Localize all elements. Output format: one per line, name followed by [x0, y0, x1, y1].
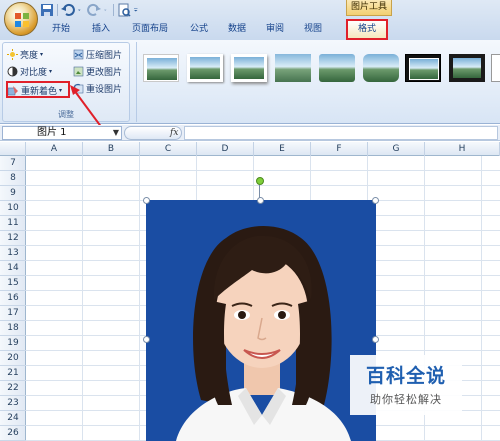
- row-header[interactable]: 12: [0, 231, 26, 246]
- picture-styles-gallery: [136, 42, 500, 122]
- tab-review[interactable]: 审阅: [256, 18, 294, 40]
- contrast-label: 对比度: [20, 67, 48, 78]
- picture-style-5[interactable]: [319, 54, 355, 82]
- row-header[interactable]: 9: [0, 186, 26, 201]
- tab-insert[interactable]: 插入: [82, 18, 120, 40]
- column-header[interactable]: G: [368, 142, 425, 156]
- tab-page-layout[interactable]: 页面布局: [120, 18, 180, 40]
- row-header[interactable]: 14: [0, 261, 26, 276]
- brightness-label: 亮度: [20, 50, 39, 61]
- row-header[interactable]: 26: [0, 426, 26, 441]
- row-header[interactable]: 23: [0, 396, 26, 411]
- tab-view[interactable]: 视图: [294, 18, 332, 40]
- column-header[interactable]: D: [197, 142, 254, 156]
- change-picture-icon: [73, 66, 84, 76]
- row-header[interactable]: 17: [0, 306, 26, 321]
- recolor-label: 重新着色: [21, 86, 58, 97]
- row-header[interactable]: 13: [0, 246, 26, 261]
- column-header[interactable]: E: [254, 142, 311, 156]
- tab-formulas[interactable]: 公式: [180, 18, 218, 40]
- brightness-icon: [7, 48, 18, 60]
- picture-style-3[interactable]: [231, 54, 267, 82]
- watermark: 百科全说 助你轻松解决: [350, 355, 462, 415]
- resize-handle-left[interactable]: [143, 336, 150, 343]
- change-picture-label: 更改图片: [86, 67, 123, 78]
- chevron-down-icon: ▾: [40, 50, 44, 58]
- picture-style-7[interactable]: [405, 54, 441, 82]
- tab-data[interactable]: 数据: [218, 18, 256, 40]
- compress-pictures-button[interactable]: 压缩图片: [73, 47, 122, 61]
- picture-style-6[interactable]: [363, 54, 399, 82]
- name-box[interactable]: 图片 1 ▼: [2, 126, 122, 140]
- rotate-handle[interactable]: [256, 177, 264, 185]
- name-box-value: 图片 1: [37, 127, 67, 138]
- resize-handle-top[interactable]: [257, 197, 264, 204]
- chevron-down-icon[interactable]: ▼: [113, 127, 119, 139]
- row-headers: 7 8 9 10 11 12 13 14 15 16 17 18 19 20 2…: [0, 156, 26, 441]
- quick-access-toolbar: [40, 2, 141, 18]
- tab-home[interactable]: 开始: [40, 18, 82, 40]
- qat-separator: [113, 4, 114, 16]
- watermark-subtitle: 助你轻松解决: [370, 393, 442, 406]
- picture-style-2[interactable]: [187, 54, 223, 82]
- formula-input[interactable]: [184, 126, 498, 140]
- column-headers: A B C D E F G H: [0, 142, 500, 156]
- picture-style-9-partial[interactable]: [491, 54, 500, 82]
- undo-icon[interactable]: [61, 3, 75, 17]
- picture-style-1[interactable]: [143, 54, 179, 82]
- picture-style-4[interactable]: [275, 54, 311, 82]
- brightness-button[interactable]: 亮度 ▾: [7, 47, 43, 61]
- redo-icon[interactable]: [87, 3, 101, 17]
- portrait-photo[interactable]: [146, 200, 376, 441]
- redo-dropdown-icon[interactable]: [104, 3, 110, 17]
- row-header[interactable]: 19: [0, 336, 26, 351]
- tab-format[interactable]: 格式: [346, 19, 388, 40]
- row-header[interactable]: 10: [0, 201, 26, 216]
- compress-pictures-icon: [73, 49, 84, 59]
- row-header[interactable]: 15: [0, 276, 26, 291]
- column-header[interactable]: C: [140, 142, 197, 156]
- chevron-down-icon: ▾: [49, 67, 53, 75]
- chevron-down-icon: ▾: [59, 86, 63, 94]
- title-bar: 图片工具 开始 插入 页面布局 公式 数据 审阅 视图 格式: [0, 0, 500, 40]
- save-icon[interactable]: [40, 3, 54, 17]
- select-all-corner[interactable]: [0, 142, 26, 156]
- formula-bar: 图片 1 ▼ fx: [0, 125, 500, 141]
- column-header[interactable]: H: [425, 142, 500, 156]
- row-header[interactable]: 11: [0, 216, 26, 231]
- row-header[interactable]: 21: [0, 366, 26, 381]
- portrait-illustration: [176, 226, 351, 441]
- row-header[interactable]: 18: [0, 321, 26, 336]
- column-header[interactable]: F: [311, 142, 368, 156]
- column-header[interactable]: A: [26, 142, 83, 156]
- recolor-icon: [8, 85, 18, 95]
- column-header[interactable]: B: [83, 142, 140, 156]
- undo-dropdown-icon[interactable]: [78, 3, 84, 17]
- print-preview-icon[interactable]: [117, 3, 131, 17]
- qat-separator: [57, 4, 58, 16]
- row-header[interactable]: 7: [0, 156, 26, 171]
- office-logo-icon: [15, 13, 29, 27]
- compress-pictures-label: 压缩图片: [86, 50, 123, 61]
- recolor-button[interactable]: 重新着色 ▾: [8, 83, 62, 97]
- picture-tools-label: 图片工具: [346, 0, 392, 16]
- resize-handle-top-right[interactable]: [372, 197, 379, 204]
- resize-handle-right[interactable]: [372, 336, 379, 343]
- contrast-button[interactable]: 对比度 ▾: [7, 64, 52, 78]
- resize-handle-top-left[interactable]: [143, 197, 150, 204]
- row-header[interactable]: 8: [0, 171, 26, 186]
- insert-function-icon[interactable]: fx: [170, 125, 178, 141]
- change-picture-button[interactable]: 更改图片: [73, 64, 122, 78]
- customize-qat-icon[interactable]: [134, 3, 141, 17]
- row-header[interactable]: 16: [0, 291, 26, 306]
- watermark-title: 百科全说: [365, 365, 446, 387]
- row-header[interactable]: 20: [0, 351, 26, 366]
- row-header[interactable]: 24: [0, 411, 26, 426]
- contrast-icon: [7, 66, 18, 76]
- picture-style-8[interactable]: [449, 54, 485, 82]
- office-button[interactable]: [4, 2, 38, 36]
- ribbon-tabs: 开始 插入 页面布局 公式 数据 审阅 视图: [40, 18, 332, 40]
- row-header[interactable]: 22: [0, 381, 26, 396]
